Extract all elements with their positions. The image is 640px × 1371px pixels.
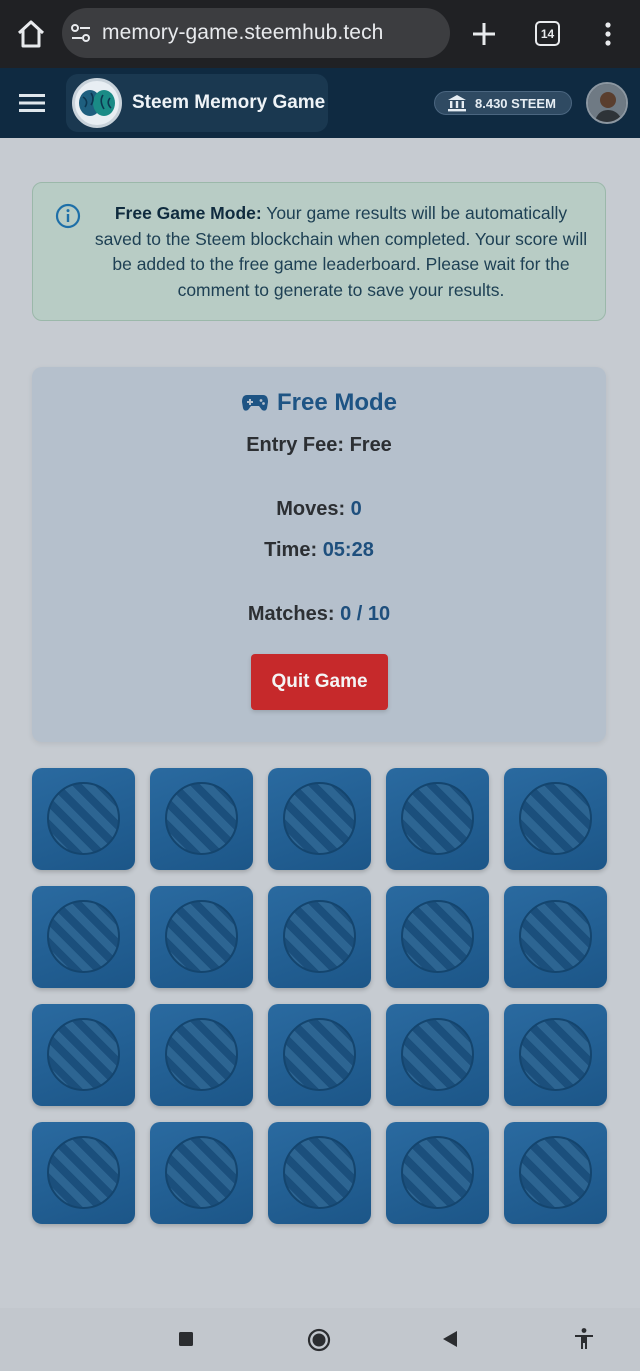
free-mode-notice: Free Game Mode: Your game results will b…	[32, 182, 606, 321]
card-grid	[32, 768, 608, 1226]
card-back-emblem	[519, 900, 592, 973]
game-status-panel: Free Mode Entry Fee: Free Moves: 0 Time:…	[32, 367, 606, 742]
tab-switcher-button[interactable]: 14	[535, 21, 560, 46]
mode-name: Free Mode	[276, 389, 398, 416]
app-title: Steem Memory Game	[132, 92, 326, 113]
memory-card[interactable]	[386, 1122, 489, 1224]
memory-card[interactable]	[150, 1004, 253, 1106]
entry-fee: Entry Fee: Free	[32, 434, 606, 457]
memory-card[interactable]	[32, 886, 135, 988]
memory-card[interactable]	[504, 1004, 607, 1106]
card-back-emblem	[47, 900, 120, 973]
mode-title: Free Mode	[32, 389, 606, 417]
memory-card[interactable]	[504, 1122, 607, 1224]
moves-value: 0	[350, 498, 362, 520]
memory-card[interactable]	[32, 1004, 135, 1106]
site-settings-icon[interactable]	[70, 22, 92, 44]
card-back-emblem	[165, 1136, 238, 1209]
matches-counter: Matches: 0 / 10	[32, 603, 606, 626]
memory-card[interactable]	[268, 886, 371, 988]
card-back-emblem	[165, 1018, 238, 1091]
browser-toolbar: memory-game.steemhub.tech 14	[0, 0, 640, 68]
brand-link[interactable]: Steem Memory Game	[66, 74, 328, 132]
brain-logo-icon	[72, 78, 122, 128]
url-text[interactable]: memory-game.steemhub.tech	[102, 21, 383, 45]
entry-fee-value: Free	[349, 434, 392, 456]
card-back-emblem	[283, 782, 356, 855]
card-back-emblem	[47, 1018, 120, 1091]
memory-card[interactable]	[386, 768, 489, 870]
card-back-emblem	[47, 782, 120, 855]
memory-card[interactable]	[386, 886, 489, 988]
memory-card[interactable]	[32, 1122, 135, 1224]
bank-icon	[448, 95, 466, 112]
avatar[interactable]	[586, 82, 628, 124]
quit-game-button[interactable]: Quit Game	[251, 654, 388, 710]
plus-icon[interactable]	[470, 20, 498, 48]
address-bar[interactable]: memory-game.steemhub.tech	[62, 8, 450, 58]
more-vert-icon[interactable]	[598, 20, 618, 48]
home-icon[interactable]	[14, 18, 48, 50]
card-back-emblem	[401, 1136, 474, 1209]
card-back-emblem	[519, 1018, 592, 1091]
card-back-emblem	[283, 1018, 356, 1091]
card-back-emblem	[519, 1136, 592, 1209]
square-icon[interactable]	[178, 1331, 194, 1347]
info-icon	[55, 203, 81, 229]
memory-card[interactable]	[268, 1122, 371, 1224]
timer: Time: 05:28	[32, 539, 606, 562]
quit-game-label: Quit Game	[271, 671, 368, 692]
balance-text: 8.430 STEEM	[475, 95, 556, 111]
memory-card[interactable]	[268, 768, 371, 870]
notice-label: Free Game Mode:	[114, 203, 262, 223]
card-back-emblem	[401, 1018, 474, 1091]
memory-card[interactable]	[268, 1004, 371, 1106]
card-back-emblem	[47, 1136, 120, 1209]
memory-card[interactable]	[504, 768, 607, 870]
gamepad-icon	[241, 395, 268, 411]
time-value: 05:28	[322, 539, 374, 561]
matches-value: 0 / 10	[340, 603, 391, 625]
memory-card[interactable]	[150, 1122, 253, 1224]
accessibility-icon[interactable]	[572, 1327, 596, 1351]
memory-card[interactable]	[504, 886, 607, 988]
moves-label: Moves:	[276, 498, 346, 520]
moves-counter: Moves: 0	[32, 498, 606, 521]
card-back-emblem	[165, 782, 238, 855]
time-label: Time:	[264, 539, 318, 561]
card-back-emblem	[519, 782, 592, 855]
card-back-emblem	[401, 782, 474, 855]
entry-fee-label: Entry Fee:	[246, 434, 344, 456]
main-content: Free Game Mode: Your game results will b…	[0, 138, 640, 1308]
memory-card[interactable]	[32, 768, 135, 870]
memory-card[interactable]	[386, 1004, 489, 1106]
matches-label: Matches:	[247, 603, 335, 625]
card-back-emblem	[165, 900, 238, 973]
notice-text: Free Game Mode: Your game results will b…	[93, 201, 589, 303]
circle-icon[interactable]	[307, 1328, 331, 1352]
back-triangle-icon[interactable]	[441, 1330, 459, 1348]
wallet-balance[interactable]: 8.430 STEEM	[434, 91, 572, 115]
hamburger-icon[interactable]	[18, 93, 46, 113]
memory-card[interactable]	[150, 768, 253, 870]
memory-card[interactable]	[150, 886, 253, 988]
card-back-emblem	[283, 900, 356, 973]
card-back-emblem	[401, 900, 474, 973]
card-back-emblem	[283, 1136, 356, 1209]
system-nav-bar	[0, 1308, 640, 1371]
tab-count: 14	[540, 26, 555, 41]
